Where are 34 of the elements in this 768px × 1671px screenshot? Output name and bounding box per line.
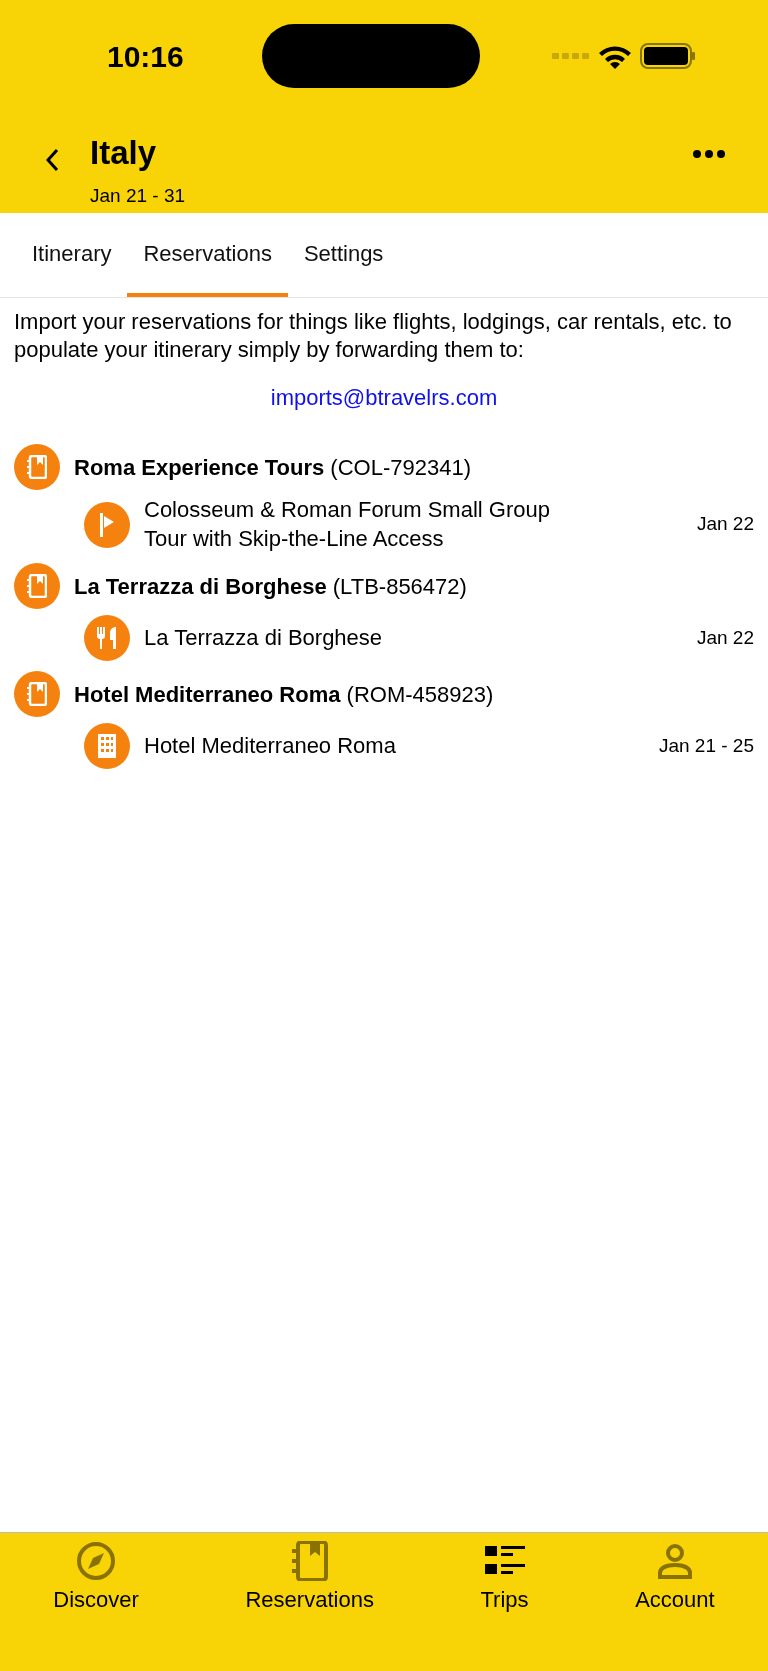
- email-link[interactable]: imports@btravelrs.com: [270, 385, 498, 410]
- nav-tab[interactable]: Account: [625, 1533, 725, 1616]
- flag-icon: [99, 511, 115, 538]
- status-time: 10:16: [107, 38, 184, 75]
- item-date: Jan 22: [696, 512, 754, 537]
- item-date: Jan 22: [696, 625, 754, 650]
- compass-icon: [76, 1541, 117, 1581]
- item-title: La Terrazza di Borghese: [144, 623, 384, 652]
- battery-icon: [640, 43, 696, 69]
- back-icon[interactable]: [44, 148, 60, 172]
- notebook-icon: [291, 1541, 328, 1581]
- tab[interactable]: Reservations: [127, 213, 288, 297]
- nav-tab[interactable]: Reservations: [235, 1533, 384, 1616]
- tab[interactable]: Itinerary: [16, 213, 128, 297]
- fork-knife-icon: [96, 626, 118, 651]
- signal-icon: [552, 52, 590, 60]
- more-icon[interactable]: [693, 150, 725, 158]
- account-icon: [656, 1543, 693, 1579]
- reservation-name: La Terrazza di Borghese (LTB-856472): [74, 572, 467, 601]
- date-range: Jan 21 - 31: [90, 184, 186, 208]
- tab[interactable]: Settings: [287, 213, 400, 297]
- nav-tab[interactable]: Discover: [43, 1533, 149, 1616]
- item-date: Jan 21 - 25: [658, 733, 754, 758]
- notebook-icon: [27, 574, 47, 599]
- item-title: Colosseum & Roman Forum Small Group Tour with Skip-the-Line Access: [144, 496, 551, 553]
- reservation-name: Hotel Mediterraneo Roma (ROM-458923): [74, 680, 494, 709]
- building-icon: [98, 734, 116, 759]
- reservation-name: Roma Experience Tours (COL-792341): [74, 453, 471, 482]
- item-title: Hotel Mediterraneo Roma: [144, 731, 397, 760]
- intro-text: Import your reservations for things like flights, lodgings, car rentals, etc. to populate your itinerary simply by forwarding them to:: [14, 308, 733, 363]
- notebook-icon: [27, 682, 47, 707]
- page-title: Italy: [90, 136, 158, 169]
- nav-tab[interactable]: Trips: [470, 1533, 539, 1616]
- notebook-icon: [27, 455, 47, 479]
